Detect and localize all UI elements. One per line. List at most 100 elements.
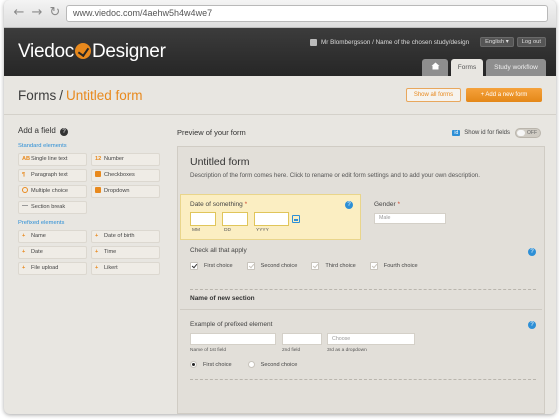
gender-label-text: Gender xyxy=(374,201,396,208)
info-icon[interactable]: ? xyxy=(345,201,353,209)
year-input[interactable] xyxy=(254,212,289,226)
plus-icon: + xyxy=(22,233,26,239)
toggle-state: OFF xyxy=(527,130,537,136)
prefixed-first-input[interactable] xyxy=(190,333,276,345)
radio-group: First choice Second choice xyxy=(190,361,313,368)
element-time[interactable]: + Time xyxy=(91,246,160,259)
element-name[interactable]: + Name xyxy=(18,230,87,243)
element-date[interactable]: + Date xyxy=(18,246,87,259)
address-bar[interactable]: www.viedoc.com/4aehw5h4w4we7 xyxy=(66,5,548,22)
gender-select[interactable]: Male xyxy=(374,213,446,224)
page-header: Forms / Untitled form Show all forms + Add… xyxy=(4,76,556,114)
section-break-icon xyxy=(22,205,28,206)
checkbox-fourth-choice[interactable]: Fourth choice xyxy=(369,262,418,270)
element-label: Number xyxy=(104,156,124,162)
user-icon xyxy=(310,38,318,46)
radio-selected xyxy=(190,361,197,368)
help-icon[interactable]: ? xyxy=(60,128,69,136)
tab-home[interactable] xyxy=(422,59,448,76)
element-likert[interactable]: + Likert xyxy=(91,262,160,275)
element-label: Paragraph text xyxy=(31,172,68,178)
section-break-line xyxy=(190,379,536,380)
element-number[interactable]: 12 Number xyxy=(91,153,160,166)
checkbox-icon xyxy=(95,171,101,177)
radio-icon xyxy=(22,187,28,193)
tab-forms[interactable]: Forms xyxy=(451,59,483,76)
prefixed-first-caption: Name of 1st field xyxy=(190,348,226,353)
day-caption: DD xyxy=(224,228,231,233)
breadcrumb-separator: / xyxy=(59,88,64,103)
radio-first-choice[interactable]: First choice xyxy=(190,361,232,368)
radio-label: Second choice xyxy=(260,361,298,368)
toggle-knob xyxy=(517,130,525,136)
form-description[interactable]: Description of the form comes here. Clic… xyxy=(190,172,480,179)
checkbox-first-choice[interactable]: First choice xyxy=(190,262,233,270)
info-icon[interactable]: ? xyxy=(528,248,536,256)
required-marker: * xyxy=(244,201,248,208)
form-title[interactable]: Untitled form xyxy=(190,156,250,168)
language-select[interactable]: English ▾ xyxy=(480,37,514,47)
element-label: Date of birth xyxy=(104,233,135,239)
checkbox-third-choice[interactable]: Third choice xyxy=(311,262,356,270)
checkbox-unchecked xyxy=(311,262,320,270)
standard-elements-list: ABSingle line text 12 Number ¶ Paragraph t… xyxy=(18,153,160,214)
prefixed-element-label: Example of prefixed element xyxy=(190,321,273,328)
element-label: Date xyxy=(31,249,43,255)
element-single-line-text[interactable]: ABSingle line text xyxy=(18,153,87,166)
prefixed-second-caption: 2nd field xyxy=(282,348,301,353)
main-tabs: Forms Study workflow xyxy=(419,59,546,76)
paragraph-icon: ¶ xyxy=(22,172,26,178)
checkbox-unchecked xyxy=(369,262,378,270)
checkbox-group: First choice Second choice Third choice … xyxy=(190,262,432,270)
required-marker: * xyxy=(397,201,401,208)
section-title[interactable]: Name of new section xyxy=(190,295,255,302)
checkbox-unchecked xyxy=(246,262,255,270)
logo-text-left: Viedoc xyxy=(18,41,74,62)
element-checkboxes[interactable]: Checkboxes xyxy=(91,169,160,182)
plus-icon: + xyxy=(95,265,99,271)
radio-second-choice[interactable]: Second choice xyxy=(247,361,298,368)
element-label: File upload xyxy=(31,265,59,271)
back-arrow-icon[interactable]: ← xyxy=(12,6,26,20)
element-dropdown[interactable]: Dropdown xyxy=(91,185,160,198)
element-multiple-choice[interactable]: Multiple choice xyxy=(18,185,87,198)
element-date-of-birth[interactable]: + Date of birth xyxy=(91,230,160,243)
year-caption: YYYY xyxy=(256,228,269,233)
prefixed-second-input[interactable] xyxy=(282,333,322,345)
info-icon[interactable]: ? xyxy=(528,321,536,329)
day-input[interactable] xyxy=(222,212,248,226)
language-label: English xyxy=(485,39,505,45)
logout-button[interactable]: Log out xyxy=(516,37,546,47)
element-file-upload[interactable]: + File upload xyxy=(18,262,87,275)
checkbox-second-choice[interactable]: Second choice xyxy=(246,262,297,270)
prefixed-dropdown[interactable]: Choose xyxy=(327,333,415,345)
preview-header: Preview of your form id Show id for fiel… xyxy=(177,128,545,140)
home-icon xyxy=(431,62,439,70)
logo-text-right: Designer xyxy=(91,41,166,62)
date-field-selected[interactable]: Date of something * MM DD YYYY ? xyxy=(180,194,361,240)
add-new-form-button[interactable]: + Add a new form xyxy=(466,88,542,102)
add-field-heading: Add a field ? xyxy=(18,126,160,136)
calendar-icon[interactable] xyxy=(292,215,300,223)
month-input[interactable] xyxy=(190,212,216,226)
element-label: Single line text xyxy=(31,156,68,162)
date-field-label: Date of something * xyxy=(190,201,247,208)
checkbox-group-label: Check all that apply xyxy=(190,247,247,254)
plus-icon: + xyxy=(95,233,99,239)
current-form-name[interactable]: Untitled form xyxy=(66,88,143,103)
form-preview: Untitled form Description of the form co… xyxy=(177,146,545,414)
element-section-break[interactable]: Section break xyxy=(18,201,87,214)
divider xyxy=(4,114,556,115)
tab-study-workflow[interactable]: Study workflow xyxy=(486,59,546,76)
plus-icon: + xyxy=(22,249,26,255)
logo-check-icon xyxy=(74,43,91,59)
show-all-forms-button[interactable]: Show all forms xyxy=(406,88,461,102)
viedoc-designer-logo[interactable]: Viedoc Designer xyxy=(18,41,166,63)
checkbox-label: Third choice xyxy=(325,263,356,269)
reload-icon[interactable]: ↻ xyxy=(48,6,62,20)
element-paragraph-text[interactable]: ¶ Paragraph text xyxy=(18,169,87,182)
show-id-toggle[interactable]: OFF xyxy=(515,128,541,138)
gender-label: Gender * xyxy=(374,201,400,208)
forward-arrow-icon[interactable]: → xyxy=(30,6,44,20)
breadcrumb-forms[interactable]: Forms xyxy=(18,88,56,103)
